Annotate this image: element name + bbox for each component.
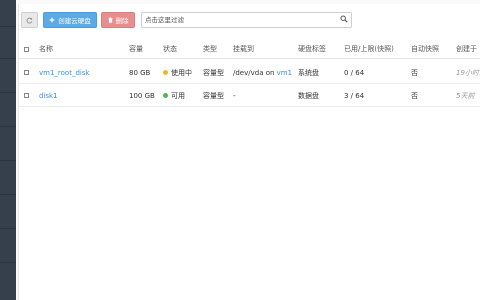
header-status[interactable]: 状态 <box>163 40 177 58</box>
header-auto-snapshot[interactable]: 自动快照 <box>411 40 439 58</box>
delete-label: 删除 <box>115 17 129 25</box>
row-select-cell <box>24 85 29 106</box>
sidebar-divider <box>0 194 16 195</box>
attached-cell: - <box>233 85 236 106</box>
sidebar-divider <box>0 126 16 127</box>
delete-button[interactable]: 删除 <box>101 12 135 28</box>
disk-label: 系统盘 <box>298 68 319 77</box>
filter-box <box>141 12 352 28</box>
refresh-button[interactable] <box>21 12 38 28</box>
status-cell: 使用中 <box>163 62 192 83</box>
disk-label: 数据盘 <box>298 91 319 100</box>
sidebar-divider <box>0 26 16 27</box>
disk-size: 100 GB <box>129 91 155 100</box>
sidebar-divider <box>0 92 16 93</box>
header-name[interactable]: 名称 <box>39 40 53 58</box>
disk-type: 容量型 <box>203 91 224 100</box>
status-text: 使用中 <box>171 68 192 77</box>
search-icon[interactable] <box>340 15 348 23</box>
status-dot <box>163 93 168 98</box>
create-disk-label: 创建云硬盘 <box>58 17 91 25</box>
filter-input[interactable] <box>145 15 335 25</box>
plus-icon <box>49 17 55 23</box>
attached-device: - <box>233 91 236 100</box>
disk-name-link[interactable]: disk1 <box>39 85 58 106</box>
created-time: 5天前 <box>456 91 475 100</box>
snapshot-usage: 0 / 64 <box>344 68 365 77</box>
disk-size: 80 GB <box>129 68 151 77</box>
snapshot-usage: 3 / 64 <box>344 91 365 100</box>
create-disk-button[interactable]: 创建云硬盘 <box>43 12 97 28</box>
attached-cell: /dev/vda on vm1 <box>233 62 292 83</box>
status-cell: 可用 <box>163 85 185 106</box>
status-dot <box>163 70 168 75</box>
disk-type: 容量型 <box>203 68 224 77</box>
row-select-cell <box>24 62 29 83</box>
header-created[interactable]: 创建于 <box>456 40 477 58</box>
disk-name-link[interactable]: vm1_root_disk <box>39 62 90 83</box>
auto-snapshot: 否 <box>411 91 418 100</box>
header-snapshot-usage[interactable]: 已用/上限(快照) <box>344 40 394 58</box>
attached-device: /dev/vda on <box>233 68 277 77</box>
sidebar-divider <box>0 262 16 263</box>
header-type[interactable]: 类型 <box>203 40 217 58</box>
header-attached[interactable]: 挂载到 <box>233 40 254 58</box>
select-all-cell <box>24 40 29 58</box>
select-all-checkbox[interactable] <box>24 46 29 52</box>
status-text: 可用 <box>171 91 185 100</box>
sidebar-divider <box>0 58 16 59</box>
header-label[interactable]: 硬盘标签 <box>298 40 326 58</box>
sidebar-divider <box>0 160 16 161</box>
trash-icon <box>107 17 113 23</box>
sidebar-divider <box>0 228 16 229</box>
row-checkbox[interactable] <box>24 93 29 98</box>
row-checkbox[interactable] <box>24 70 29 75</box>
created-time: 19小时前 <box>456 68 480 77</box>
table-row[interactable]: vm1_root_disk 80 GB 使用中 容量型 /dev/vda on … <box>18 62 480 84</box>
refresh-icon <box>26 17 33 23</box>
table-row[interactable]: disk1 100 GB 可用 容量型 - 数据盘 3 / 64 否 5天前 <box>18 85 480 107</box>
auto-snapshot: 否 <box>411 68 418 77</box>
header-size[interactable]: 容量 <box>129 40 143 58</box>
attached-vm-link[interactable]: vm1 <box>277 69 292 77</box>
sidebar <box>0 0 16 300</box>
table-header: 名称 容量 状态 类型 挂载到 硬盘标签 已用/上限(快照) 自动快照 创建于 <box>18 40 480 59</box>
